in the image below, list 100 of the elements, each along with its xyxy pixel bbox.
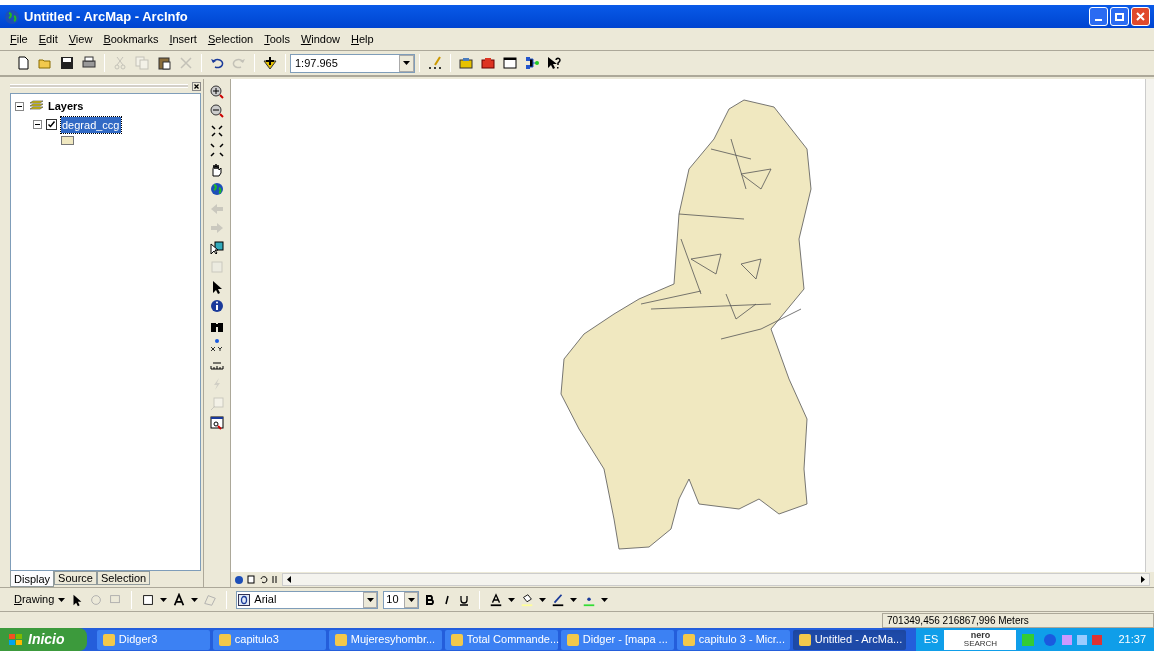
menu-item[interactable]: Window [298,30,343,48]
caret-icon [58,597,66,602]
report-icon [209,395,225,412]
right-arrow-icon[interactable] [1141,576,1145,583]
globe-icon [209,181,225,198]
fill-color-icon[interactable] [520,592,535,607]
zoom-in-icon [209,83,225,100]
pencil-icon [427,55,443,71]
font-type-icon [238,593,251,606]
caret-icon [508,597,516,602]
app-icon [218,633,231,646]
save-icon [59,55,75,71]
scale-combo[interactable]: 1:97.965 [290,53,415,73]
app-icon [682,633,695,646]
taskbar-button[interactable]: capitulo 3 - Micr... [676,629,790,650]
plus-icon [262,55,278,71]
copy-icon [134,55,150,71]
info-icon [209,298,225,315]
caret-icon [191,597,199,602]
left-arrow-icon[interactable] [287,576,291,583]
menu-item[interactable]: Help [349,30,376,48]
clear-selection-icon [209,259,225,276]
scissors-icon [112,55,128,71]
app-icon [798,633,811,646]
bold-icon[interactable] [424,593,437,606]
menu-item[interactable]: Edit [36,30,60,48]
caret-icon [570,597,578,602]
help-pointer-icon [546,55,562,71]
taskbar-button[interactable]: Total Commande... [444,629,558,650]
horizontal-scrollbar[interactable] [282,573,1150,586]
globe-icon[interactable] [235,575,243,584]
close-icon[interactable] [192,81,201,91]
taskbar-button[interactable]: Untitled - ArcMa... [792,629,906,650]
taskbar-button[interactable]: Mujeresyhombr... [328,629,442,650]
page-icon[interactable] [247,575,255,584]
caret-icon [601,597,609,602]
menu-item[interactable]: Bookmarks [101,30,161,48]
menu-item[interactable]: Insert [167,30,199,48]
caret-icon [366,597,374,602]
diagram-icon [524,55,540,71]
coordinates-readout: 701349,456 216867,996 Meters [882,612,1154,628]
close-icon [1136,12,1145,21]
menu-item[interactable]: Selection [205,30,256,48]
app-icon [334,633,347,646]
tree-toggle[interactable] [15,101,24,111]
tab[interactable]: Selection [96,571,151,585]
toolbox-icon [458,55,474,71]
tree-toggle[interactable] [33,120,42,130]
app-icon [450,633,463,646]
caret-icon [539,597,547,602]
caret-icon [407,597,415,602]
select-features-icon [209,239,225,256]
vertical-scrollbar[interactable] [1145,79,1154,572]
app-icon [102,633,115,646]
line-color-icon[interactable] [551,592,566,607]
printer-icon [81,55,97,71]
layer-name[interactable]: degrad_ccg [61,116,121,133]
windows-flag-icon [8,632,24,647]
clipboard-icon [156,55,172,71]
taskbar-button[interactable]: Didger - [mapa ... [560,629,674,650]
font-color-icon[interactable] [489,592,504,607]
window-title: Untitled - ArcMap - ArcInfo [24,7,188,26]
minimize-button[interactable] [1089,7,1108,26]
text-tool-icon[interactable] [172,592,187,607]
layers-icon [28,100,44,113]
tab[interactable]: Display [10,571,55,587]
font-size-combo[interactable]: 10 [383,590,420,609]
zoom-out-icon [209,103,225,120]
refresh-icon[interactable] [259,575,268,584]
new-file-icon [15,55,31,71]
expand-arrows-icon [209,142,225,159]
font-combo[interactable]: Arial [236,590,379,609]
delete-icon [178,55,194,71]
restore-button[interactable] [1110,7,1129,26]
taskbar-button[interactable]: capitulo3 [212,629,326,650]
app-icon [566,633,579,646]
drawing-menu-button[interactable]: Drawing [14,591,66,608]
layer-checkbox[interactable] [46,119,57,131]
tool-case-icon [480,55,496,71]
taskbar-button[interactable]: Didger3 [96,629,210,650]
start-button[interactable]: Inicio [0,628,87,651]
window-icon [502,55,518,71]
menu-item[interactable]: Tools [262,30,292,48]
caret-icon [160,597,168,602]
rectangle-icon[interactable] [141,592,156,607]
shrink-arrows-icon [209,122,225,139]
pause-icon[interactable] [272,576,278,583]
menu-item[interactable]: View [66,30,95,48]
tab[interactable]: Source [54,571,97,585]
globe-app-icon [4,8,20,25]
window-zoom-icon [209,415,225,432]
search-logo[interactable]: nero SEARCH [944,629,1017,650]
xy-icon [209,337,225,354]
close-button[interactable] [1131,7,1150,26]
caret-icon [403,61,410,65]
menu-item[interactable]: File [8,30,30,48]
underline-icon[interactable] [458,593,471,606]
clock: 21:37 [1118,632,1146,648]
hand-icon [209,161,225,178]
tree-root-label[interactable]: Layers [48,98,84,115]
